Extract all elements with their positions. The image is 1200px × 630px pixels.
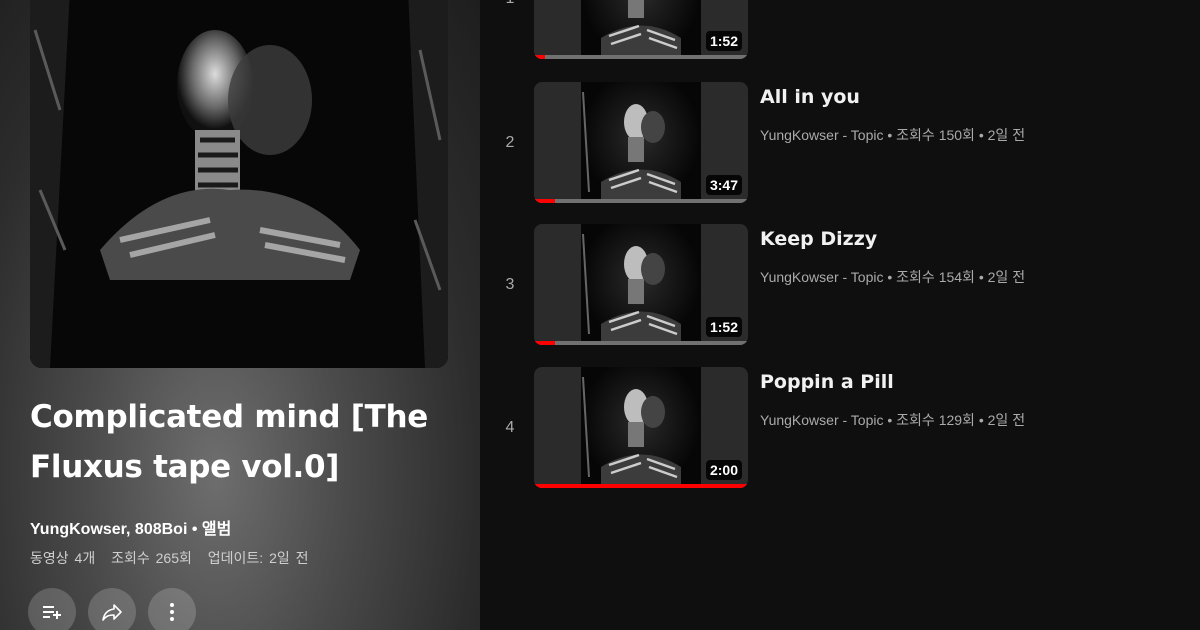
watch-progress-fill (534, 484, 748, 488)
video-title[interactable]: Keep Dizzy (760, 228, 877, 250)
playlist-type: 앨범 (201, 521, 232, 538)
video-duration: 1:52 (705, 31, 742, 51)
video-channel[interactable]: YungKowser - Topic (760, 412, 883, 428)
playlist-video-list: 1 1:52 2 3:47 All in you YungKowser - (480, 0, 1200, 630)
video-age: 2일 전 (987, 127, 1026, 143)
separator-dot: • (978, 412, 988, 428)
video-index: 3 (505, 276, 515, 293)
video-duration: 1:52 (705, 317, 742, 337)
video-thumbnail[interactable]: 1:52 (534, 224, 748, 345)
playlist-artist-line[interactable]: YungKowser, 808Boi • 앨범 (30, 515, 231, 539)
video-meta: YungKowser - Topic • 조회수 129회 • 2일 전 (760, 410, 1025, 430)
thumbnail-art (581, 82, 701, 203)
list-item[interactable]: 4 2:00 Poppin a Pill YungKowser - Topic … (480, 367, 1200, 489)
video-views: 조회수 150회 (896, 127, 975, 143)
watch-progress-fill (534, 55, 545, 59)
share-icon (102, 604, 122, 621)
playlist-cover-art[interactable] (30, 0, 448, 368)
separator-dot: • (978, 127, 988, 143)
playlist-artists[interactable]: YungKowser, 808Boi (30, 521, 187, 538)
video-count: 동영상 4개 (30, 550, 96, 566)
video-title[interactable]: Poppin a Pill (760, 371, 894, 393)
separator-dot: • (887, 269, 897, 285)
watch-progress-fill (534, 341, 556, 345)
share-button[interactable] (88, 588, 136, 630)
playlist-updated: 업데이트: 2일 전 (207, 550, 309, 566)
list-item[interactable]: 3 1:52 Keep Dizzy YungKowser - Topic • 조… (480, 224, 1200, 346)
watch-progress (534, 484, 748, 488)
playlist-stats: 동영상 4개 조회수 265회 업데이트: 2일 전 (30, 548, 319, 568)
save-to-playlist-button[interactable] (28, 588, 76, 630)
separator-dot: • (887, 412, 897, 428)
video-channel[interactable]: YungKowser - Topic (760, 127, 883, 143)
list-item[interactable]: 2 3:47 All in you YungKowser - Topic • 조… (480, 82, 1200, 204)
watch-progress-fill (534, 199, 556, 203)
video-index: 1 (500, 0, 520, 8)
more-options-button[interactable] (148, 588, 196, 630)
playlist-page: Complicated mind [The Fluxus tape vol.0]… (0, 0, 1200, 630)
playlist-header-panel: Complicated mind [The Fluxus tape vol.0]… (0, 0, 480, 630)
watch-progress (534, 341, 748, 345)
watch-progress (534, 199, 748, 203)
thumbnail-art (581, 367, 701, 488)
thumbnail-art (581, 0, 701, 59)
playlist-title: Complicated mind [The Fluxus tape vol.0] (30, 399, 429, 485)
watch-progress (534, 55, 748, 59)
separator-dot: • (191, 521, 202, 538)
video-meta: YungKowser - Topic • 조회수 154회 • 2일 전 (760, 267, 1025, 287)
video-views: 조회수 154회 (896, 269, 975, 285)
video-age: 2일 전 (987, 269, 1026, 285)
more-vert-icon (170, 603, 174, 621)
video-thumbnail[interactable]: 1:52 (534, 0, 748, 59)
list-item[interactable]: 1 1:52 (480, 0, 1200, 60)
video-thumbnail[interactable]: 2:00 (534, 367, 748, 488)
thumbnail-art (581, 224, 701, 345)
video-duration: 2:00 (705, 460, 742, 480)
video-title[interactable]: All in you (760, 86, 860, 108)
video-meta: YungKowser - Topic • 조회수 150회 • 2일 전 (760, 125, 1025, 145)
playlist-add-icon (43, 606, 61, 619)
playlist-views: 조회수 265회 (111, 550, 192, 566)
cover-art-image (30, 0, 448, 368)
separator-dot: • (978, 269, 988, 285)
video-age: 2일 전 (987, 412, 1026, 428)
video-channel[interactable]: YungKowser - Topic (760, 269, 883, 285)
video-index: 4 (505, 419, 515, 436)
video-duration: 3:47 (705, 175, 742, 195)
separator-dot: • (887, 127, 897, 143)
video-thumbnail[interactable]: 3:47 (534, 82, 748, 203)
video-views: 조회수 129회 (896, 412, 975, 428)
video-index: 2 (505, 134, 515, 151)
